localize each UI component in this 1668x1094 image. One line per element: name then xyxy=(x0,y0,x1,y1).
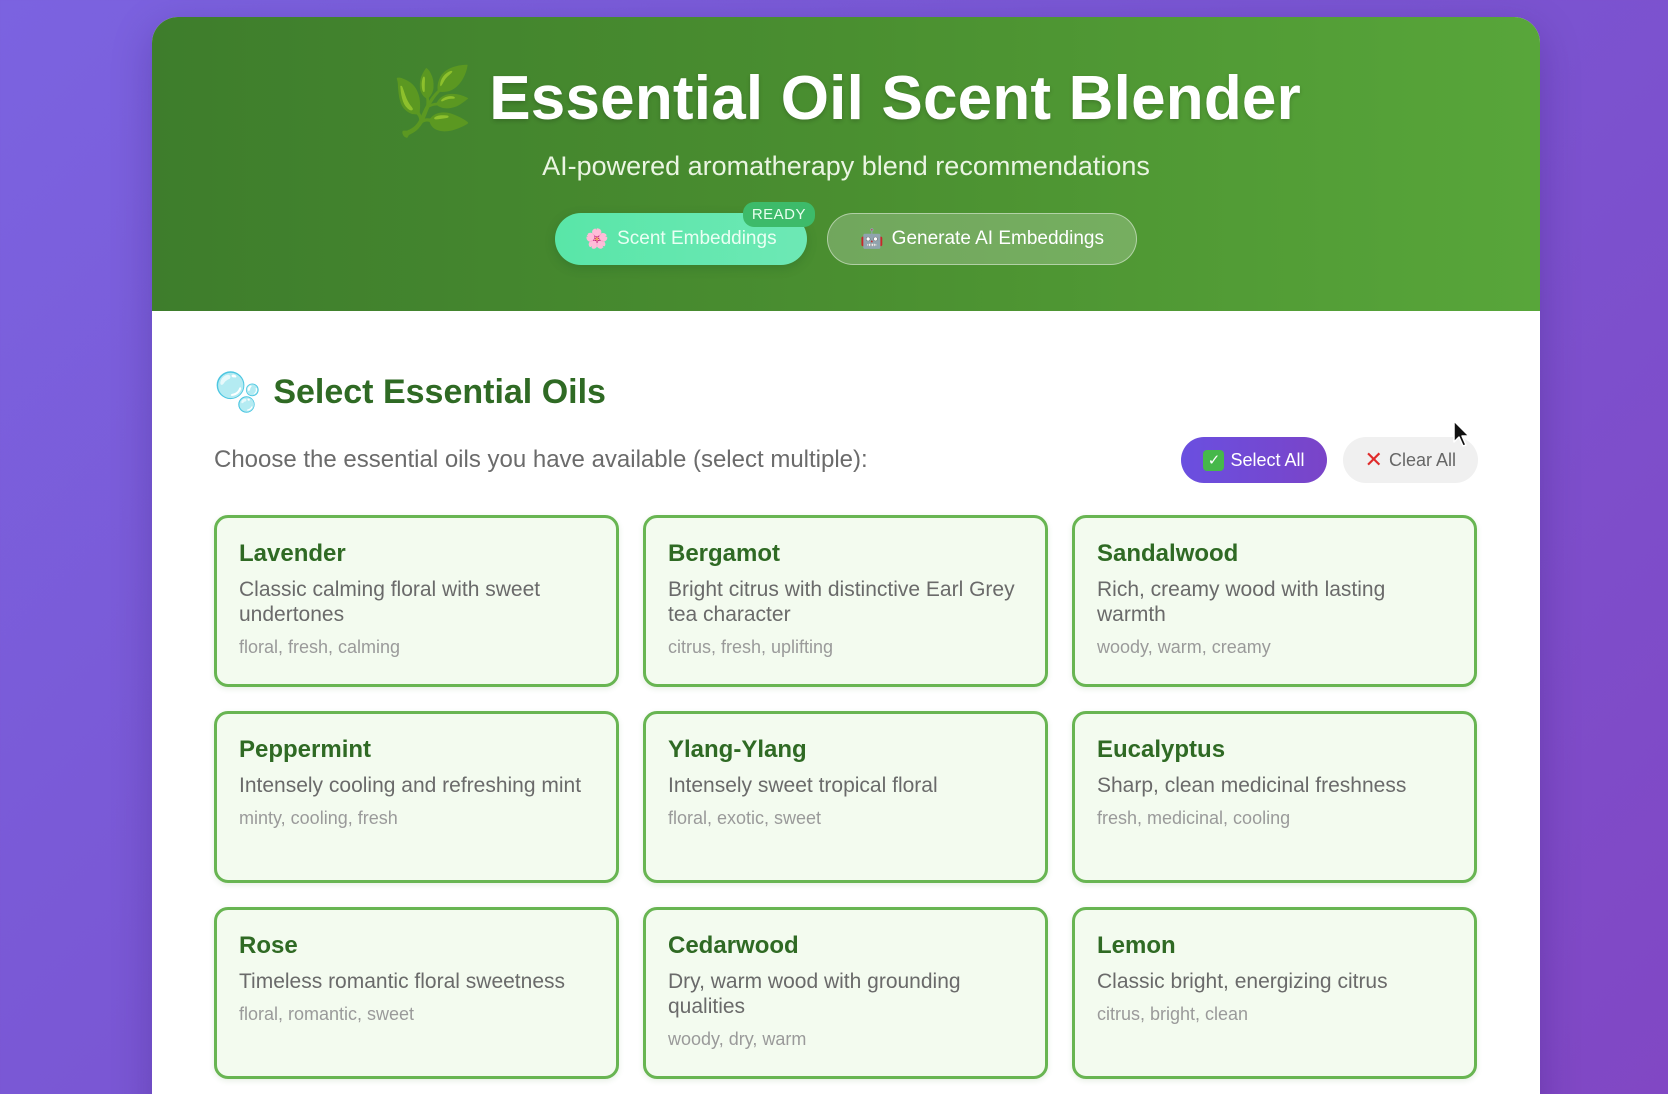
mouse-pointer-icon xyxy=(1453,420,1470,447)
robot-icon: 🤖 xyxy=(860,229,884,250)
bubbles-icon: 🫧 xyxy=(214,371,262,414)
oil-description: Classic bright, energizing citrus xyxy=(1097,970,1388,993)
oil-card-eucalyptus[interactable]: Eucalyptus Sharp, clean medicinal freshn… xyxy=(1072,711,1477,883)
page-subtitle: AI-powered aromatherapy blend recommenda… xyxy=(542,151,1150,181)
cross-mark-icon: ✕ xyxy=(1364,447,1383,472)
oil-description: Rich, creamy wood with lasting warmth xyxy=(1097,578,1386,626)
oil-tags: floral, romantic, sweet xyxy=(239,1004,415,1024)
title-row: 🌿 Essential Oil Scent Blender xyxy=(152,63,1540,134)
oil-card-grid: Lavender Classic calming floral with swe… xyxy=(214,515,1477,1079)
oil-card-cedarwood[interactable]: Cedarwood Dry, warm wood with grounding … xyxy=(643,907,1048,1079)
oil-description: Intensely sweet tropical floral xyxy=(668,774,938,797)
oil-tags: woody, dry, warm xyxy=(668,1029,807,1049)
clear-all-label: Clear All xyxy=(1388,449,1456,470)
oil-card-rose[interactable]: Rose Timeless romantic floral sweetness … xyxy=(214,907,619,1079)
instructions-row: Choose the essential oils you have avail… xyxy=(214,436,1478,484)
flower-icon: 🌸 xyxy=(585,229,610,250)
scent-embeddings-button[interactable]: 🌸 Scent Embeddings READY xyxy=(555,202,815,265)
oil-tags: floral, exotic, sweet xyxy=(668,808,822,828)
oil-card-lemon[interactable]: Lemon Classic bright, energizing citrus … xyxy=(1072,907,1477,1079)
instructions-text: Choose the essential oils you have avail… xyxy=(214,446,868,473)
oil-tags: minty, cooling, fresh xyxy=(239,808,398,828)
ready-status-badge: READY xyxy=(742,202,815,227)
section-title: Select Essential Oils xyxy=(273,373,606,411)
oil-name: Lemon xyxy=(1097,932,1176,959)
oil-name: Ylang-Ylang xyxy=(668,736,807,763)
oil-name: Eucalyptus xyxy=(1097,736,1226,763)
section-header: 🫧 Select Essential Oils xyxy=(214,373,606,412)
select-all-label: Select All xyxy=(1230,449,1305,470)
herb-leaf-icon: 🌿 xyxy=(391,63,474,138)
oil-name: Rose xyxy=(239,932,298,959)
oil-name: Bergamot xyxy=(668,540,781,567)
scent-embeddings-label: Scent Embeddings xyxy=(617,228,777,249)
oil-description: Bright citrus with distinctive Earl Grey… xyxy=(668,578,1015,626)
oil-tags: woody, warm, creamy xyxy=(1097,637,1271,657)
oil-description: Sharp, clean medicinal freshness xyxy=(1097,774,1407,797)
oil-tags: citrus, bright, clean xyxy=(1097,1004,1249,1024)
oil-tags: citrus, fresh, uplifting xyxy=(668,637,834,657)
oil-description: Timeless romantic floral sweetness xyxy=(239,970,565,993)
oil-tags: fresh, medicinal, cooling xyxy=(1097,808,1291,828)
selection-actions: ✓ Select All ✕ Clear All xyxy=(1181,437,1478,483)
oil-card-lavender[interactable]: Lavender Classic calming floral with swe… xyxy=(214,515,619,687)
oil-name: Sandalwood xyxy=(1097,540,1239,567)
generate-ai-embeddings-button[interactable]: 🤖 Generate AI Embeddings xyxy=(827,213,1137,265)
oil-card-ylang-ylang[interactable]: Ylang-Ylang Intensely sweet tropical flo… xyxy=(643,711,1048,883)
oil-name: Lavender xyxy=(239,540,346,567)
oil-card-bergamot[interactable]: Bergamot Bright citrus with distinctive … xyxy=(643,515,1048,687)
oil-tags: floral, fresh, calming xyxy=(239,637,401,657)
oil-name: Peppermint xyxy=(239,736,372,763)
oil-description: Classic calming floral with sweet undert… xyxy=(239,578,541,626)
generate-ai-embeddings-label: Generate AI Embeddings xyxy=(891,228,1104,249)
select-all-button[interactable]: ✓ Select All xyxy=(1181,437,1327,483)
oil-name: Cedarwood xyxy=(668,932,799,959)
oil-card-peppermint[interactable]: Peppermint Intensely cooling and refresh… xyxy=(214,711,619,883)
header-banner: 🌿 Essential Oil Scent Blender AI-powered… xyxy=(152,17,1540,311)
oil-card-sandalwood[interactable]: Sandalwood Rich, creamy wood with lastin… xyxy=(1072,515,1477,687)
header-pills: 🌸 Scent Embeddings READY 🤖 Generate AI E… xyxy=(152,202,1540,265)
page-title: Essential Oil Scent Blender xyxy=(489,64,1301,133)
oil-description: Dry, warm wood with grounding qualities xyxy=(668,970,961,1018)
oil-description: Intensely cooling and refreshing mint xyxy=(239,774,582,797)
check-mark-icon: ✓ xyxy=(1203,449,1225,471)
